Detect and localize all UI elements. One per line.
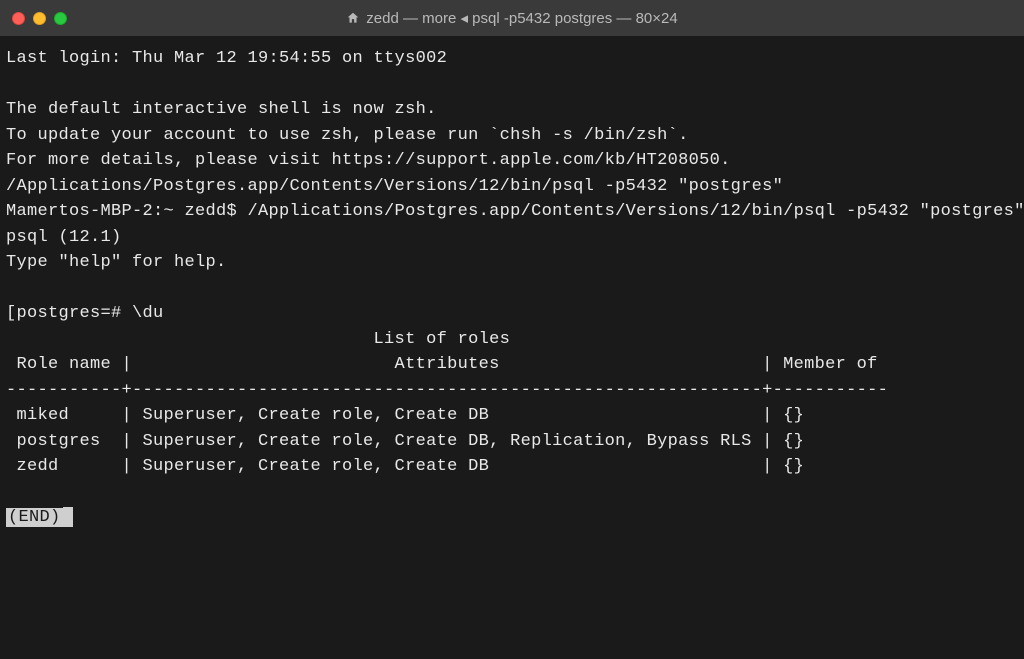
line-header: Role name | Attributes | Member of xyxy=(6,355,878,374)
home-icon xyxy=(346,11,360,25)
line-psql-ver: psql (12.1) xyxy=(6,228,122,247)
window-title-text: zedd — more ◂ psql -p5432 postgres — 80×… xyxy=(366,9,677,27)
line-last-login: Last login: Thu Mar 12 19:54:55 on ttys0… xyxy=(6,49,447,68)
pager-end-marker: (END) xyxy=(6,508,63,527)
terminal-output[interactable]: Last login: Thu Mar 12 19:54:55 on ttys0… xyxy=(0,36,1024,541)
line-pg-prompt: [postgres=# \du xyxy=(6,304,164,323)
window-titlebar: zedd — more ◂ psql -p5432 postgres — 80×… xyxy=(0,0,1024,36)
line-cmd-echo: /Applications/Postgres.app/Contents/Vers… xyxy=(6,177,783,196)
line-divider: -----------+----------------------------… xyxy=(6,381,888,400)
table-row: miked | Superuser, Create role, Create D… xyxy=(6,406,804,425)
traffic-lights xyxy=(12,12,67,25)
close-button[interactable] xyxy=(12,12,25,25)
line-zsh-3: For more details, please visit https://s… xyxy=(6,151,731,170)
line-list-title: List of roles xyxy=(6,330,510,349)
line-help: Type "help" for help. xyxy=(6,253,227,272)
line-zsh-2: To update your account to use zsh, pleas… xyxy=(6,126,689,145)
window-title-wrap: zedd — more ◂ psql -p5432 postgres — 80×… xyxy=(0,9,1024,27)
line-zsh-1: The default interactive shell is now zsh… xyxy=(6,100,437,119)
zoom-button[interactable] xyxy=(54,12,67,25)
line-prompt: Mamertos-MBP-2:~ zedd$ /Applications/Pos… xyxy=(6,202,1024,221)
minimize-button[interactable] xyxy=(33,12,46,25)
table-row: postgres | Superuser, Create role, Creat… xyxy=(6,432,804,451)
cursor xyxy=(63,507,73,527)
table-row: zedd | Superuser, Create role, Create DB… xyxy=(6,457,804,476)
